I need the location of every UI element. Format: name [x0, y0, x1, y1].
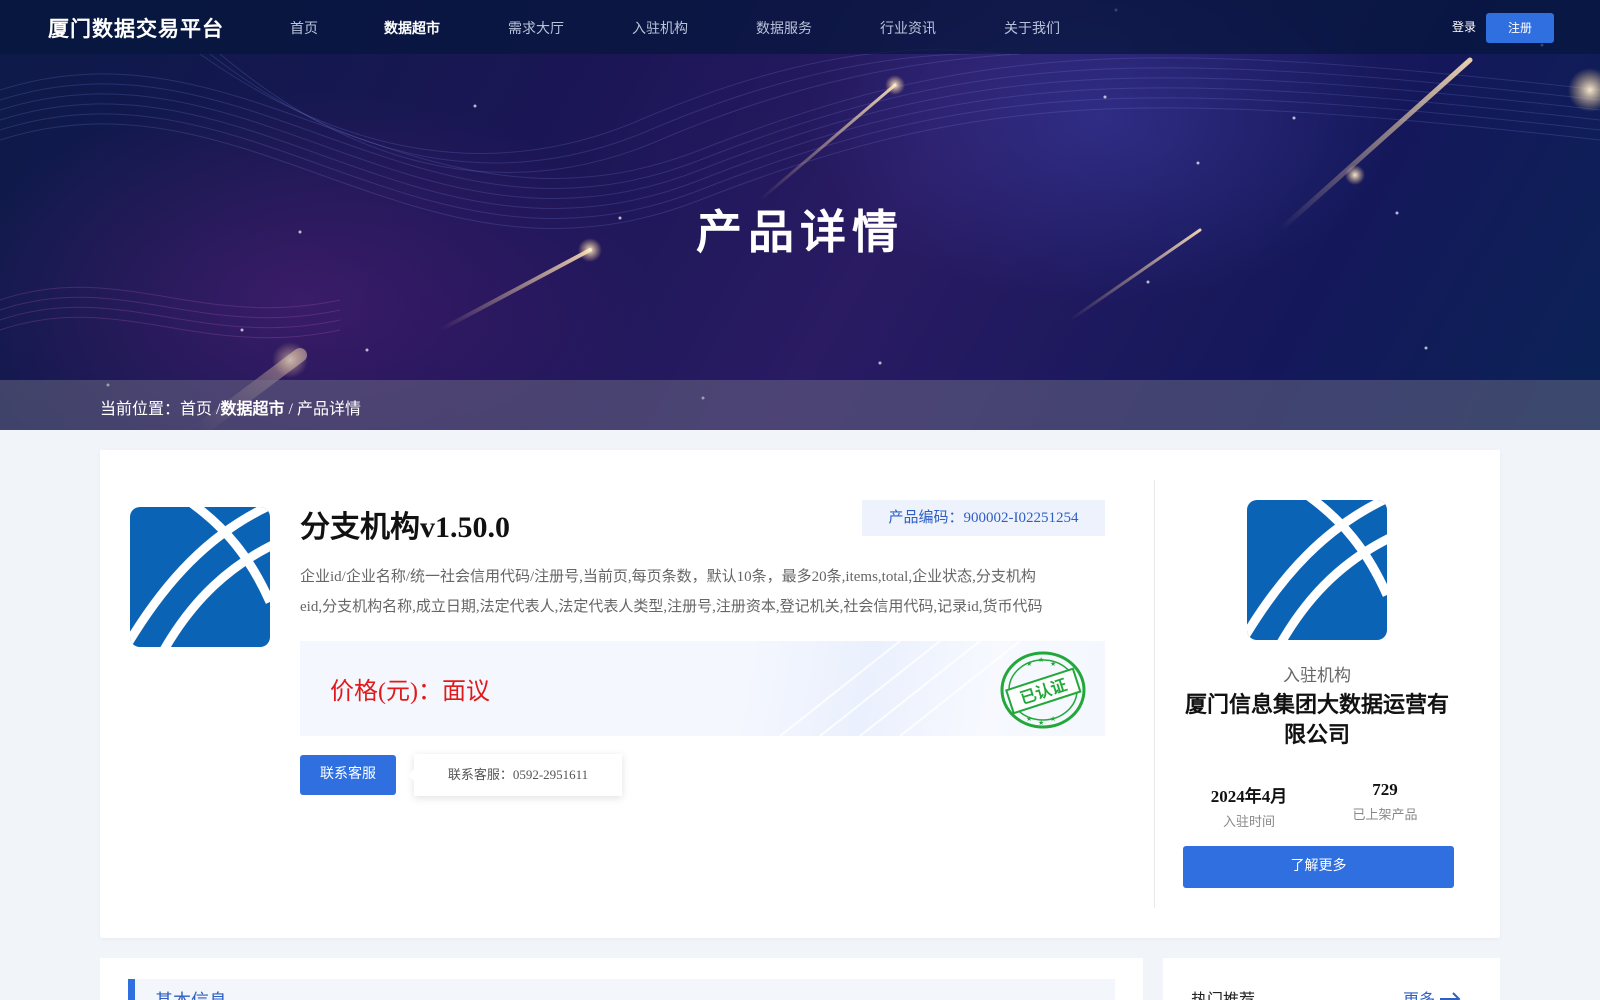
login-link[interactable]: 登录 — [1452, 18, 1476, 35]
breadcrumb-prefix: 当前位置： — [100, 401, 181, 418]
breadcrumb: 当前位置：首页 /数据超市 / 产品详情 — [100, 395, 361, 419]
hot-more-label: 更多 — [1403, 992, 1435, 1000]
product-name: 分支机构v1.50.0 — [300, 511, 510, 544]
nav-item-home[interactable]: 首页 — [290, 18, 318, 38]
hot-recommend-card: 热门推荐 更多 — [1163, 958, 1500, 1000]
nav-item-about-us[interactable]: 关于我们 — [1004, 18, 1060, 38]
price-box: 价格(元)：面议 ★ ★ ★ ★ ★ ★ 已认证 — [300, 641, 1105, 736]
product-description-line: eid,分支机构名称,成立日期,法定代表人,法定代表人类型,注册号,注册资本,登… — [300, 599, 1043, 615]
nav-item-data-market[interactable]: 数据超市 — [384, 18, 440, 38]
arrow-right-icon — [1439, 992, 1461, 1000]
breadcrumb-current: 产品详情 — [296, 401, 361, 418]
join-date-stat: 2024年4月 入驻时间 — [1184, 782, 1314, 830]
hot-recommend-title: 热门推荐 — [1191, 986, 1255, 1000]
basic-info-header: 基本信息 — [128, 979, 1115, 1000]
page-title: 产品详情 — [696, 205, 904, 259]
svg-text:★: ★ — [1050, 660, 1056, 668]
product-count-label: 已上架产品 — [1352, 807, 1418, 822]
breadcrumb-separator: / — [288, 401, 293, 418]
breadcrumb-data-market[interactable]: 数据超市 — [220, 401, 284, 418]
basic-info-card: 基本信息 — [100, 958, 1143, 1000]
product-description-line: 企业id/企业名称/统一社会信用代码/注册号,当前页,每页条数，默认10条，最多… — [300, 569, 1036, 585]
organization-logo-icon — [1247, 500, 1387, 640]
nav-item-institutions[interactable]: 入驻机构 — [632, 18, 688, 38]
contact-service-popover: 联系客服：0592-2951611 — [408, 754, 622, 796]
svg-text:★: ★ — [1050, 715, 1056, 723]
product-description: 企业id/企业名称/统一社会信用代码/注册号,当前页,每页条数，默认10条，最多… — [300, 562, 1100, 622]
certified-stamp-icon: ★ ★ ★ ★ ★ ★ 已认证 — [998, 649, 1088, 736]
svg-text:★: ★ — [1026, 660, 1032, 668]
nav-item-industry-news[interactable]: 行业资讯 — [880, 18, 936, 38]
price-label: 价格(元)：面议 — [330, 679, 490, 705]
register-button[interactable]: 注册 — [1486, 13, 1554, 43]
svg-text:★: ★ — [1038, 656, 1044, 664]
breadcrumb-home[interactable]: 首页 — [180, 401, 212, 418]
learn-more-button[interactable]: 了解更多 — [1183, 846, 1454, 888]
nav-item-data-services[interactable]: 数据服务 — [756, 18, 812, 38]
product-count-value: 729 — [1372, 780, 1398, 799]
join-date-label: 入驻时间 — [1222, 814, 1275, 829]
hot-more-link[interactable]: 更多 — [1403, 986, 1461, 1000]
organization-name: 厦门信息集团大数据运营有限公司 — [1184, 692, 1449, 747]
site-logo[interactable]: 厦门数据交易平台 — [48, 13, 224, 43]
join-date-value: 2024年4月 — [1210, 787, 1288, 806]
svg-text:★: ★ — [1026, 715, 1032, 723]
organization-caption: 入驻机构 — [1283, 666, 1351, 685]
basic-info-title: 基本信息 — [155, 987, 227, 1000]
svg-text:★: ★ — [1038, 719, 1044, 727]
breadcrumb-bar: 当前位置：首页 /数据超市 / 产品详情 — [0, 380, 1600, 430]
hero-banner: 厦门数据交易平台 首页 数据超市 需求大厅 入驻机构 数据服务 行业资讯 关于我… — [0, 0, 1600, 430]
nav-item-demand-hall[interactable]: 需求大厅 — [508, 18, 564, 38]
product-count-stat: 729 已上架产品 — [1320, 780, 1450, 823]
product-detail-card: 分支机构v1.50.0 产品编码：900002-I02251254 企业id/企… — [100, 450, 1500, 938]
top-navbar: 厦门数据交易平台 首页 数据超市 需求大厅 入驻机构 数据服务 行业资讯 关于我… — [0, 0, 1600, 54]
product-logo-icon — [130, 507, 270, 647]
vertical-divider — [1154, 480, 1155, 908]
contact-service-button[interactable]: 联系客服 — [300, 755, 396, 795]
product-code-badge: 产品编码：900002-I02251254 — [862, 500, 1105, 536]
